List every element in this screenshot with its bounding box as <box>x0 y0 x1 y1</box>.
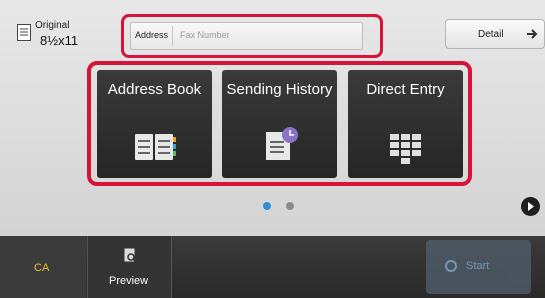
address-label: Address <box>135 30 169 40</box>
start-button[interactable]: Start <box>426 240 531 294</box>
detail-label: Detail <box>478 29 504 40</box>
sending-history-label: Sending History <box>226 81 333 98</box>
fax-screen: Original 8½x11 Address Fax Number Detail… <box>0 0 545 298</box>
next-page-button[interactable] <box>521 197 540 216</box>
preview-button[interactable]: Preview <box>87 236 172 298</box>
address-book-label: Address Book <box>107 81 202 98</box>
address-field[interactable]: Address Fax Number <box>130 22 363 50</box>
start-icon <box>445 260 457 272</box>
address-book-tile[interactable]: Address Book <box>97 70 212 178</box>
preview-magnifier-icon <box>124 248 137 263</box>
history-clock-icon <box>265 127 298 160</box>
original-size: 8½x11 <box>40 33 79 48</box>
address-separator <box>172 26 173 46</box>
original-document-icon <box>17 24 31 41</box>
ca-button[interactable]: CA <box>0 236 86 298</box>
preview-label: Preview <box>109 275 149 287</box>
address-book-icon <box>134 134 176 160</box>
page-dot-active[interactable] <box>263 202 271 210</box>
page-dot[interactable] <box>286 202 294 210</box>
fax-number-input[interactable]: Fax Number <box>180 30 230 40</box>
direct-entry-label: Direct Entry <box>366 81 445 98</box>
detail-button[interactable]: Detail <box>445 19 545 49</box>
arrow-right-icon <box>527 29 538 39</box>
keypad-icon <box>389 134 421 164</box>
sending-history-tile[interactable]: Sending History <box>222 70 337 178</box>
play-right-icon <box>528 202 534 211</box>
direct-entry-tile[interactable]: Direct Entry <box>348 70 463 178</box>
ca-label: CA <box>34 262 50 274</box>
original-label: Original <box>35 20 70 31</box>
start-label: Start <box>466 260 490 272</box>
bottom-bar: CA Preview Start <box>0 236 545 298</box>
